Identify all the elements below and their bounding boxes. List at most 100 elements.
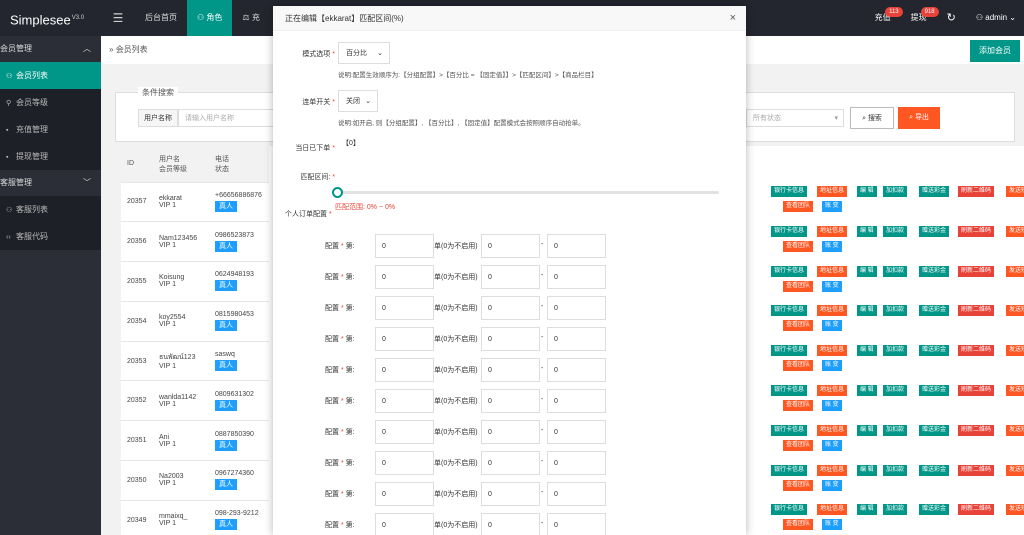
sidebar-item-service-code[interactable]: ‹› 客服代码 bbox=[0, 223, 101, 250]
export-button[interactable]: ⌕ 导出 bbox=[898, 107, 940, 129]
op-account-button[interactable]: 账 变 bbox=[822, 280, 842, 292]
op-qrcode-button[interactable]: 刷新二维码 bbox=[958, 385, 995, 396]
op-add-money-button[interactable]: 加扣款 bbox=[883, 265, 908, 277]
range-min-input[interactable]: 0 bbox=[481, 327, 540, 351]
op-gift-button[interactable]: 赠送彩金 bbox=[919, 345, 950, 357]
op-sms-button[interactable]: 发送短信 bbox=[1006, 424, 1024, 436]
op-edit-button[interactable]: 编 辑 bbox=[857, 265, 877, 277]
op-edit-button[interactable]: 编 辑 bbox=[857, 345, 877, 357]
nav-role[interactable]: ⚇ 角色 bbox=[187, 0, 233, 36]
op-add-money-button[interactable]: 加扣款 bbox=[883, 345, 908, 357]
order-number-input[interactable]: 0 bbox=[375, 389, 434, 413]
order-number-input[interactable]: 0 bbox=[375, 482, 434, 506]
op-team-button[interactable]: 查看团队 bbox=[783, 360, 814, 372]
range-max-input[interactable]: 0 bbox=[547, 327, 606, 351]
range-min-input[interactable]: 0 bbox=[481, 513, 540, 535]
range-max-input[interactable]: 0 bbox=[547, 265, 606, 289]
range-min-input[interactable]: 0 bbox=[481, 482, 540, 506]
op-account-button[interactable]: 账 变 bbox=[822, 439, 842, 451]
op-addr-button[interactable]: 地址信息 bbox=[817, 345, 848, 357]
op-gift-button[interactable]: 赠送彩金 bbox=[919, 385, 950, 396]
op-team-button[interactable]: 查看团队 bbox=[783, 479, 814, 491]
status-badge[interactable]: 真人 bbox=[215, 399, 237, 411]
op-sms-button[interactable]: 发送短信 bbox=[1006, 265, 1024, 277]
op-add-money-button[interactable]: 加扣款 bbox=[883, 305, 908, 317]
status-badge[interactable]: 真人 bbox=[215, 200, 237, 212]
op-qrcode-button[interactable]: 刷新二维码 bbox=[958, 504, 995, 516]
sidebar-group-members[interactable]: 会员管理 ︿ bbox=[0, 36, 101, 62]
op-account-button[interactable]: 账 变 bbox=[822, 400, 842, 411]
op-sms-button[interactable]: 发送短信 bbox=[1006, 186, 1024, 197]
mode-select[interactable]: 百分比 ⌄ bbox=[338, 42, 390, 64]
op-bank-button[interactable]: 银行卡信息 bbox=[771, 385, 808, 396]
op-add-money-button[interactable]: 加扣款 bbox=[883, 186, 908, 197]
op-add-money-button[interactable]: 加扣款 bbox=[883, 504, 908, 516]
op-addr-button[interactable]: 地址信息 bbox=[817, 424, 848, 436]
op-sms-button[interactable]: 发送短信 bbox=[1006, 504, 1024, 516]
slider-handle[interactable] bbox=[332, 187, 343, 198]
op-team-button[interactable]: 查看团队 bbox=[783, 240, 814, 252]
op-addr-button[interactable]: 地址信息 bbox=[817, 186, 848, 197]
op-sms-button[interactable]: 发送短信 bbox=[1006, 464, 1024, 476]
refresh-icon[interactable]: ↻ bbox=[937, 0, 966, 36]
sidebar-item-withdraw[interactable]: ▪ 提现管理 bbox=[0, 143, 101, 170]
op-bank-button[interactable]: 银行卡信息 bbox=[771, 305, 808, 317]
op-team-button[interactable]: 查看团队 bbox=[783, 400, 814, 411]
op-edit-button[interactable]: 编 辑 bbox=[857, 186, 877, 197]
op-team-button[interactable]: 查看团队 bbox=[783, 201, 814, 212]
op-account-button[interactable]: 账 变 bbox=[822, 360, 842, 372]
status-badge[interactable]: 真人 bbox=[215, 280, 237, 292]
op-sms-button[interactable]: 发送短信 bbox=[1006, 305, 1024, 317]
sidebar-item-member-level[interactable]: ⚲ 会员等级 bbox=[0, 89, 101, 116]
range-max-input[interactable]: 0 bbox=[547, 420, 606, 444]
op-qrcode-button[interactable]: 刷新二维码 bbox=[958, 424, 995, 436]
status-select[interactable]: 所有状态 ▾ bbox=[746, 109, 844, 127]
op-addr-button[interactable]: 地址信息 bbox=[817, 265, 848, 277]
grab-select[interactable]: 关闭 ⌄ bbox=[338, 90, 378, 112]
range-max-input[interactable]: 0 bbox=[547, 513, 606, 535]
op-bank-button[interactable]: 银行卡信息 bbox=[771, 345, 808, 357]
op-add-money-button[interactable]: 加扣款 bbox=[883, 424, 908, 436]
withdraw-link[interactable]: 提现 918 bbox=[901, 0, 939, 36]
op-edit-button[interactable]: 编 辑 bbox=[857, 225, 877, 237]
op-addr-button[interactable]: 地址信息 bbox=[817, 464, 848, 476]
sidebar-item-member-list[interactable]: ⚇ 会员列表 bbox=[0, 62, 101, 89]
nav-recharge-tab[interactable]: ⚖ 充 bbox=[232, 0, 269, 36]
range-max-input[interactable]: 0 bbox=[547, 296, 606, 320]
op-qrcode-button[interactable]: 刷新二维码 bbox=[958, 345, 995, 357]
op-add-money-button[interactable]: 加扣款 bbox=[883, 385, 908, 396]
op-qrcode-button[interactable]: 刷新二维码 bbox=[958, 305, 995, 317]
sidebar-item-service-list[interactable]: ⚇ 客服列表 bbox=[0, 196, 101, 223]
op-add-money-button[interactable]: 加扣款 bbox=[883, 225, 908, 237]
op-bank-button[interactable]: 银行卡信息 bbox=[771, 424, 808, 436]
op-addr-button[interactable]: 地址信息 bbox=[817, 504, 848, 516]
order-number-input[interactable]: 0 bbox=[375, 234, 434, 258]
op-edit-button[interactable]: 编 辑 bbox=[857, 464, 877, 476]
op-edit-button[interactable]: 编 辑 bbox=[857, 504, 877, 516]
op-account-button[interactable]: 账 变 bbox=[822, 320, 842, 332]
range-min-input[interactable]: 0 bbox=[481, 389, 540, 413]
order-number-input[interactable]: 0 bbox=[375, 327, 434, 351]
op-bank-button[interactable]: 银行卡信息 bbox=[771, 504, 808, 516]
order-number-input[interactable]: 0 bbox=[375, 265, 434, 289]
op-gift-button[interactable]: 赠送彩金 bbox=[919, 186, 950, 197]
order-number-input[interactable]: 0 bbox=[375, 420, 434, 444]
op-gift-button[interactable]: 赠送彩金 bbox=[919, 464, 950, 476]
op-team-button[interactable]: 查看团队 bbox=[783, 439, 814, 451]
op-gift-button[interactable]: 赠送彩金 bbox=[919, 265, 950, 277]
op-addr-button[interactable]: 地址信息 bbox=[817, 385, 848, 396]
op-account-button[interactable]: 账 变 bbox=[822, 479, 842, 491]
order-number-input[interactable]: 0 bbox=[375, 358, 434, 382]
app-logo[interactable]: SimpleseeV3.0 bbox=[0, 0, 100, 36]
status-badge[interactable]: 真人 bbox=[215, 439, 237, 451]
op-gift-button[interactable]: 赠送彩金 bbox=[919, 225, 950, 237]
op-team-button[interactable]: 查看团队 bbox=[783, 280, 814, 292]
op-qrcode-button[interactable]: 刷新二维码 bbox=[958, 265, 995, 277]
recharge-link[interactable]: 充值 113 bbox=[865, 0, 903, 36]
range-min-input[interactable]: 0 bbox=[481, 234, 540, 258]
order-number-input[interactable]: 0 bbox=[375, 513, 434, 535]
op-add-money-button[interactable]: 加扣款 bbox=[883, 464, 908, 476]
nav-dashboard[interactable]: 后台首页 bbox=[135, 0, 187, 36]
op-sms-button[interactable]: 发送短信 bbox=[1006, 385, 1024, 396]
op-qrcode-button[interactable]: 刷新二维码 bbox=[958, 464, 995, 476]
